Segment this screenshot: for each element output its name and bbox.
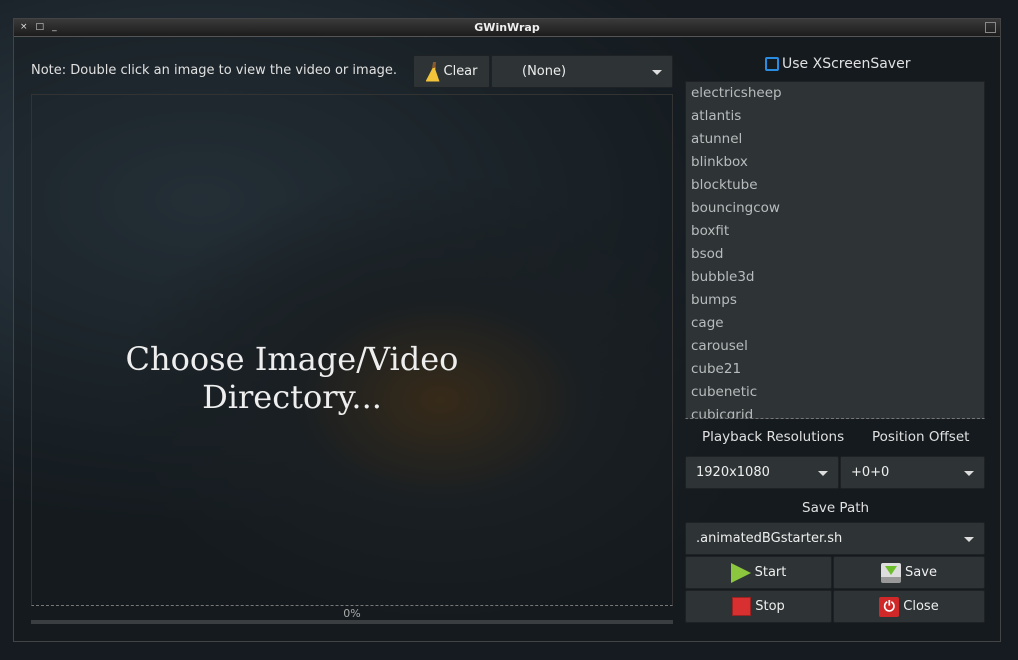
- save-path-dropdown[interactable]: .animatedBGstarter.sh: [685, 522, 985, 555]
- screensaver-list-item[interactable]: carousel: [686, 335, 984, 358]
- screensaver-list-item[interactable]: bumps: [686, 289, 984, 312]
- screensaver-list-item[interactable]: cubicgrid: [686, 404, 984, 418]
- offset-value: +0+0: [851, 465, 890, 480]
- title-bar: × □ _ GWinWrap: [14, 19, 1000, 37]
- save-path-value: .animatedBGstarter.sh: [696, 531, 843, 546]
- close-label: Close: [903, 599, 939, 614]
- broom-icon: [425, 61, 440, 82]
- clear-button[interactable]: Clear: [413, 55, 490, 88]
- screensaver-list-item[interactable]: cage: [686, 312, 984, 335]
- stop-icon: [732, 597, 752, 616]
- play-icon: [730, 562, 751, 583]
- playback-resolutions-label: Playback Resolutions: [702, 429, 845, 445]
- chevron-down-icon: [818, 470, 828, 476]
- filter-value: (None): [522, 64, 567, 79]
- screensaver-list-item[interactable]: bsod: [686, 243, 984, 266]
- screensaver-list-item[interactable]: electricsheep: [686, 82, 984, 105]
- save-label: Save: [905, 565, 937, 580]
- filter-dropdown[interactable]: (None): [491, 55, 673, 88]
- screensaver-list-item[interactable]: cube21: [686, 358, 984, 381]
- use-xscreensaver-checkbox[interactable]: Use XScreenSaver: [765, 56, 910, 72]
- clear-label: Clear: [443, 64, 478, 79]
- save-button[interactable]: Save: [833, 556, 985, 589]
- screensaver-list-item[interactable]: atunnel: [686, 128, 984, 151]
- chevron-down-icon: [964, 536, 974, 542]
- save-icon: [881, 562, 902, 583]
- use-xscreensaver-label: Use XScreenSaver: [782, 56, 911, 72]
- start-label: Start: [754, 565, 787, 580]
- screensaver-list[interactable]: electricsheep atlantis atunnel blinkbox bloc…: [685, 81, 985, 419]
- screensaver-list-item[interactable]: cubenetic: [686, 381, 984, 404]
- stop-label: Stop: [755, 599, 785, 614]
- image-preview-area[interactable]: Choose Image/Video Directory...: [31, 94, 673, 606]
- close-button[interactable]: ⏻ Close: [833, 590, 985, 623]
- start-button[interactable]: Start: [685, 556, 832, 589]
- resolution-value: 1920x1080: [696, 465, 770, 480]
- progress-bar: [31, 620, 673, 624]
- position-offset-label: Position Offset: [872, 429, 970, 445]
- offset-dropdown[interactable]: +0+0: [840, 456, 985, 489]
- screensaver-list-item[interactable]: blocktube: [686, 174, 984, 197]
- screensaver-list-item[interactable]: bouncingcow: [686, 197, 984, 220]
- save-path-label: Save Path: [802, 500, 870, 516]
- screensaver-list-item[interactable]: boxfit: [686, 220, 984, 243]
- window-menu-icon[interactable]: [985, 22, 996, 33]
- note-text: Note: Double click an image to view the …: [31, 63, 398, 78]
- app-window: × □ _ GWinWrap Note: Double click an ima…: [13, 18, 1001, 642]
- chevron-down-icon: [652, 69, 662, 75]
- screensaver-list-item[interactable]: atlantis: [686, 105, 984, 128]
- chevron-down-icon: [964, 470, 974, 476]
- choose-directory-prompt[interactable]: Choose Image/Video Directory...: [32, 340, 672, 416]
- stop-button[interactable]: Stop: [685, 590, 832, 623]
- resolution-dropdown[interactable]: 1920x1080: [685, 456, 839, 489]
- checkbox-icon[interactable]: [765, 57, 779, 71]
- power-icon: ⏻: [879, 596, 900, 617]
- screensaver-list-item[interactable]: blinkbox: [686, 151, 984, 174]
- progress-label: 0%: [343, 607, 361, 620]
- window-title: GWinWrap: [474, 21, 540, 34]
- screensaver-list-item[interactable]: bubble3d: [686, 266, 984, 289]
